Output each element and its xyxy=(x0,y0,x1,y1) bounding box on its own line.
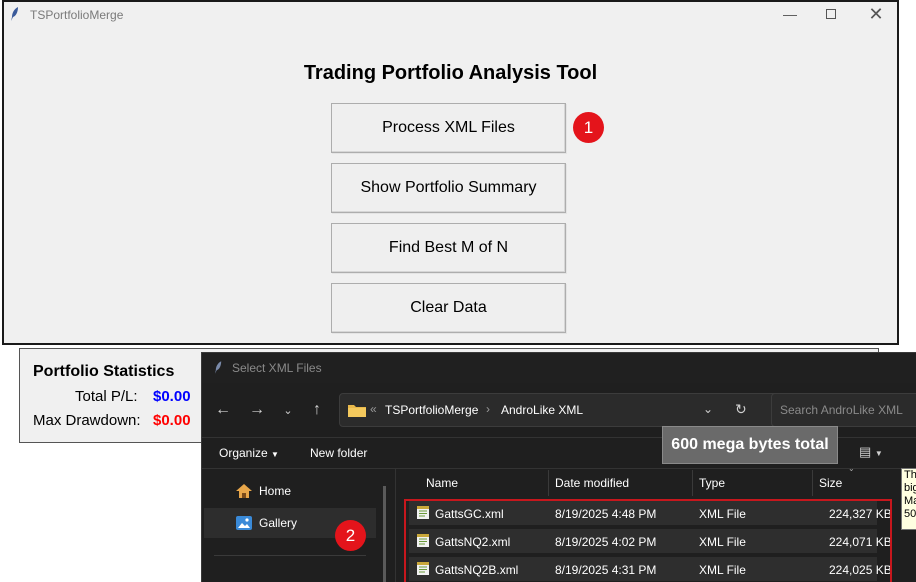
up-arrow-icon[interactable]: ↑ xyxy=(306,399,328,421)
refresh-icon[interactable]: ↻ xyxy=(735,401,747,418)
home-icon xyxy=(236,484,252,498)
size-tooltip: 600 mega bytes total xyxy=(662,426,838,464)
breadcrumb-overflow[interactable]: « xyxy=(370,402,377,416)
breadcrumb-item[interactable]: TSPortfolioMerge xyxy=(385,403,478,417)
column-header-name[interactable]: Name xyxy=(426,476,458,490)
selection-highlight-box xyxy=(404,499,892,582)
close-icon[interactable]: ✕ xyxy=(853,2,899,26)
side-tooltip-line: Th xyxy=(904,469,916,481)
side-tooltip: Th big Ma 50 xyxy=(901,468,916,530)
sort-caret-icon: ⌄ xyxy=(848,464,855,473)
feather-icon xyxy=(11,7,18,21)
page-title: Trading Portfolio Analysis Tool xyxy=(303,62,598,84)
breadcrumb-separator-icon: › xyxy=(486,402,490,416)
side-tooltip-line: 50 xyxy=(904,508,916,520)
side-tooltip-line: big xyxy=(904,482,916,494)
nav-item-label: Gallery xyxy=(259,516,298,530)
title-bar: TSPortfolioMerge — ✕ xyxy=(4,2,897,28)
search-input[interactable] xyxy=(780,403,916,417)
process-xml-files-button[interactable]: Process XML Files xyxy=(331,103,566,153)
forward-arrow-icon[interactable]: → xyxy=(246,399,268,421)
column-separator[interactable] xyxy=(548,470,549,496)
divider xyxy=(214,555,366,556)
find-best-m-of-n-button[interactable]: Find Best M of N xyxy=(331,223,566,273)
total-pl-label: Total P/L: xyxy=(75,388,138,405)
nav-item-home[interactable]: Home xyxy=(204,476,376,506)
breadcrumb-item[interactable]: AndroLike XML xyxy=(501,403,583,417)
organize-button[interactable]: Organize ▼ xyxy=(219,446,279,460)
organize-label: Organize xyxy=(219,446,268,460)
stats-title: Portfolio Statistics xyxy=(33,363,175,380)
minimize-icon[interactable]: — xyxy=(767,2,813,26)
view-options-button[interactable]: ▤ ▼ xyxy=(859,444,899,464)
max-drawdown-label: Max Drawdown: xyxy=(33,412,141,429)
address-dropdown-chevron-icon[interactable]: ⌄ xyxy=(703,402,713,416)
column-separator[interactable] xyxy=(692,470,693,496)
column-header-date[interactable]: Date modified xyxy=(555,476,629,490)
max-drawdown-value: $0.00 xyxy=(153,412,191,429)
feather-icon xyxy=(214,361,222,374)
nav-item-label: Home xyxy=(259,484,292,498)
show-portfolio-summary-button[interactable]: Show Portfolio Summary xyxy=(331,163,566,213)
total-pl-value: $0.00 xyxy=(153,388,191,405)
select-xml-files-dialog: Select XML Files ← → ⌄ ↑ « TSPortfolioMe… xyxy=(201,352,916,582)
dialog-title-bar: Select XML Files xyxy=(202,353,916,383)
nav-scrollbar[interactable] xyxy=(383,486,386,582)
window-title: TSPortfolioMerge xyxy=(30,8,124,22)
divider xyxy=(395,469,396,582)
chevron-down-icon: ▼ xyxy=(271,450,279,459)
side-tooltip-line: Ma xyxy=(904,495,916,507)
clear-data-button[interactable]: Clear Data xyxy=(331,283,566,333)
column-header-type[interactable]: Type xyxy=(699,476,725,490)
annotation-badge-1: 1 xyxy=(573,112,604,143)
column-header-size[interactable]: Size xyxy=(819,476,842,490)
annotation-badge-2: 2 xyxy=(335,520,366,551)
back-arrow-icon[interactable]: ← xyxy=(212,399,234,421)
column-separator[interactable] xyxy=(812,470,813,496)
search-field[interactable] xyxy=(771,393,916,427)
folder-icon xyxy=(348,405,366,417)
recent-locations-chevron-icon[interactable]: ⌄ xyxy=(277,399,299,421)
main-window: TSPortfolioMerge — ✕ Trading Portfolio A… xyxy=(2,0,899,345)
dialog-title: Select XML Files xyxy=(232,361,322,375)
maximize-icon[interactable] xyxy=(808,2,854,26)
new-folder-button[interactable]: New folder xyxy=(310,446,367,460)
details-view-icon: ▤ xyxy=(859,444,872,459)
divider xyxy=(202,468,916,469)
gallery-icon xyxy=(236,516,252,530)
chevron-down-icon: ▼ xyxy=(874,449,883,458)
